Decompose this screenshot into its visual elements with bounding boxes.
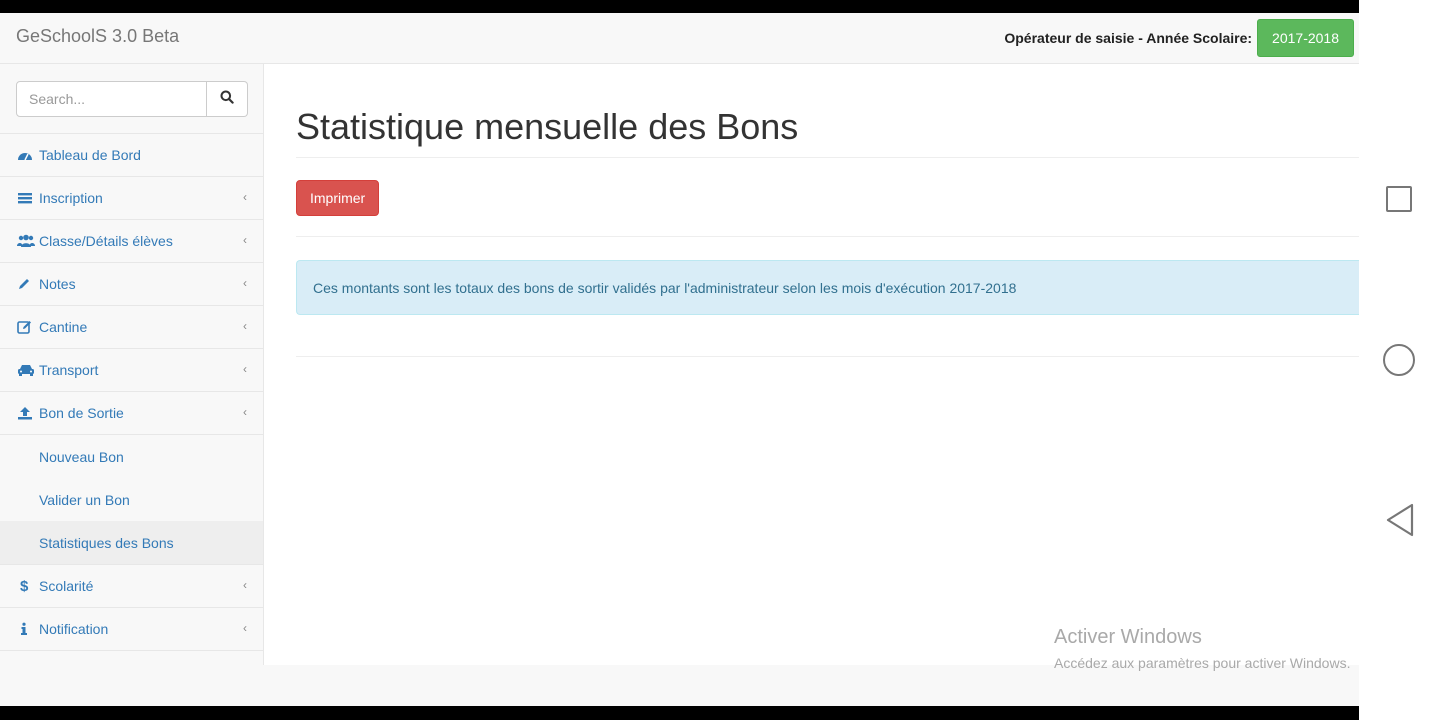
sidebar-item-cantine[interactable]: Cantine ‹ [0, 305, 263, 348]
sidebar: Tableau de Bord Inscription ‹ Classe/Dét… [0, 64, 264, 665]
content-divider [296, 356, 1359, 357]
search-button[interactable] [207, 81, 248, 117]
users-icon [17, 233, 35, 249]
car-icon [17, 362, 35, 378]
back-icon[interactable] [1385, 503, 1415, 537]
sidebar-menu: Tableau de Bord Inscription ‹ Classe/Dét… [0, 133, 263, 652]
home-icon[interactable] [1383, 344, 1415, 376]
sidebar-item-label: Transport [39, 362, 99, 378]
search-input[interactable] [16, 81, 207, 117]
brand-title[interactable]: GeSchoolS 3.0 Beta [16, 26, 179, 47]
sidebar-item-bon-de-sortie[interactable]: Bon de Sortie ‹ [0, 391, 263, 434]
sidebar-item-label: Classe/Détails élèves [39, 233, 173, 249]
sidebar-item-notes[interactable]: Notes ‹ [0, 262, 263, 305]
list-icon [17, 190, 35, 206]
sidebar-search [16, 81, 248, 117]
chevron-left-icon: ‹ [243, 621, 247, 635]
school-year-area: Opérateur de saisie - Année Scolaire: 20… [1004, 19, 1354, 57]
sidebar-item-label: Inscription [39, 190, 103, 206]
sidebar-menu-end-divider [0, 650, 263, 652]
sidebar-item-classe-details[interactable]: Classe/Détails élèves ‹ [0, 219, 263, 262]
sidebar-item-transport[interactable]: Transport ‹ [0, 348, 263, 391]
sidebar-item-notification[interactable]: Notification ‹ [0, 607, 263, 650]
pencil-icon [17, 276, 35, 292]
main-content: Statistique mensuelle des Bons Imprimer … [264, 64, 1359, 671]
search-icon [220, 90, 234, 109]
edit-icon [17, 319, 35, 335]
submenu-item-valider-bon[interactable]: Valider un Bon [0, 478, 263, 521]
submenu-item-statistiques-bons[interactable]: Statistiques des Bons [0, 521, 263, 564]
sidebar-item-tableau-de-bord[interactable]: Tableau de Bord [0, 133, 263, 176]
bon-de-sortie-submenu: Nouveau Bon Valider un Bon Statistiques … [0, 434, 263, 564]
chevron-left-icon: ‹ [243, 405, 247, 419]
chevron-left-icon: ‹ [243, 276, 247, 290]
upload-icon [17, 405, 35, 421]
recent-apps-icon[interactable] [1386, 186, 1412, 212]
sidebar-item-label: Bon de Sortie [39, 405, 124, 421]
sidebar-item-inscription[interactable]: Inscription ‹ [0, 176, 263, 219]
chevron-left-icon: ‹ [243, 190, 247, 204]
chevron-left-icon: ‹ [243, 362, 247, 376]
operator-label: Opérateur de saisie - Année Scolaire: [1004, 30, 1253, 46]
sidebar-item-label: Notification [39, 621, 109, 637]
chevron-left-icon: ‹ [243, 233, 247, 247]
watermark-subtitle: Accédez aux paramètres pour activer Wind… [1054, 655, 1351, 671]
title-divider [296, 157, 1359, 158]
submenu-item-nouveau-bon[interactable]: Nouveau Bon [0, 435, 263, 478]
top-navbar: GeSchoolS 3.0 Beta Opérateur de saisie -… [0, 13, 1359, 64]
screen-bottom-bar [0, 706, 1359, 720]
school-year-button[interactable]: 2017-2018 [1257, 19, 1354, 57]
sidebar-item-label: Cantine [39, 319, 88, 335]
section-divider [296, 236, 1359, 237]
info-alert-text: Ces montants sont les totaux des bons de… [313, 279, 1017, 296]
windows-activation-watermark: Activer Windows Accédez aux paramètres p… [1054, 626, 1359, 671]
dashboard-icon [17, 147, 35, 163]
app-screen: GeSchoolS 3.0 Beta Opérateur de saisie -… [0, 13, 1359, 706]
dollar-icon: $ [20, 577, 29, 595]
page-title: Statistique mensuelle des Bons [296, 106, 799, 147]
chevron-left-icon: ‹ [243, 578, 247, 592]
chevron-left-icon: ‹ [243, 319, 247, 333]
sidebar-item-label: Notes [39, 276, 76, 292]
watermark-title: Activer Windows [1054, 626, 1202, 648]
print-button[interactable]: Imprimer [296, 180, 380, 216]
sidebar-item-label: Tableau de Bord [39, 147, 141, 163]
sidebar-item-label: Scolarité [39, 578, 94, 594]
sidebar-item-scolarite[interactable]: $ Scolarité ‹ [0, 564, 263, 607]
info-alert: Ces montants sont les totaux des bons de… [296, 260, 1359, 315]
info-icon [17, 621, 35, 637]
